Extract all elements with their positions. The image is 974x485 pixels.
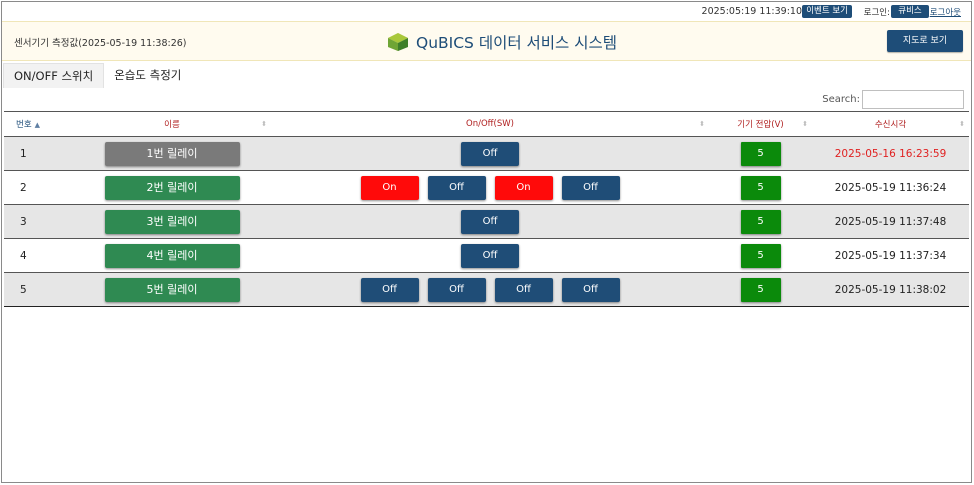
event-view-button[interactable]: 이벤트 보기 — [802, 5, 852, 18]
switch-cell: On Off On Off — [271, 171, 709, 205]
received-time: 2025-05-19 11:37:34 — [834, 249, 947, 262]
relay-name-button[interactable]: 4번 릴레이 — [104, 243, 240, 268]
switch-toggle-button[interactable]: Off — [461, 243, 519, 268]
login-label: 로그인: — [863, 8, 890, 18]
voltage-badge: 5 — [740, 141, 781, 166]
row-number: 5 — [20, 283, 27, 296]
switch-cell: Off Off Off Off — [271, 273, 709, 307]
table-row: 1 1번 릴레이 Off 5 2025-05-16 16:23:59 — [4, 136, 969, 171]
voltage-badge: 5 — [740, 277, 781, 302]
relay-name-button[interactable]: 1번 릴레이 — [104, 141, 240, 166]
voltage-badge: 5 — [740, 243, 781, 268]
tab-onoff-switch[interactable]: ON/OFF 스위치 — [3, 63, 105, 88]
current-clock: 2025:05:19 11:39:10 — [701, 6, 802, 17]
switch-toggle-button[interactable]: Off — [427, 277, 486, 302]
switch-cell: Off — [271, 137, 709, 171]
user-button[interactable]: 큐비스 — [891, 5, 929, 18]
relay-name-button[interactable]: 5번 릴레이 — [104, 277, 240, 302]
voltage-cell: 5 — [709, 205, 812, 239]
sensor-measure-time: 센서기기 측정값(2025-05-19 11:38:26) — [14, 38, 187, 49]
switch-toggle-button[interactable]: Off — [494, 277, 553, 302]
tab-bar: ON/OFF 스위치 온습도 측정기 — [3, 63, 191, 88]
relay-name-cell: 4번 릴레이 — [73, 239, 271, 273]
switch-group: Off Off Off Off — [271, 277, 709, 302]
table-body: 1 1번 릴레이 Off 5 2025-05-16 16:23:59 2 2번 릴레이 On O… — [4, 136, 969, 307]
relay-name-cell: 3번 릴레이 — [73, 205, 271, 239]
cube-leaf-logo-icon — [388, 33, 408, 51]
voltage-badge: 5 — [740, 175, 781, 200]
voltage-cell: 5 — [709, 137, 812, 171]
row-number: 3 — [20, 215, 27, 228]
sort-arrows-icon: ⬍ — [959, 120, 965, 128]
switch-toggle-button[interactable]: Off — [561, 277, 620, 302]
search-input[interactable] — [862, 90, 964, 109]
switch-group: On Off On Off — [271, 175, 709, 200]
brand: QuBICS 데이터 서비스 시스템 — [387, 31, 617, 53]
search-box: Search: — [822, 90, 964, 109]
sort-asc-icon: ▲ — [34, 121, 41, 129]
voltage-cell: 5 — [709, 171, 812, 205]
sort-arrows-icon: ⬍ — [699, 120, 705, 128]
page-title: QuBICS 데이터 서비스 시스템 — [416, 34, 618, 52]
switch-toggle-button[interactable]: Off — [360, 277, 419, 302]
relay-name-cell: 1번 릴레이 — [73, 137, 271, 171]
received-time: 2025-05-19 11:37:48 — [834, 215, 947, 228]
column-header-received-time[interactable]: 수신시각 ⬍ — [812, 111, 969, 137]
page-header: 센서기기 측정값(2025-05-19 11:38:26) QuBICS 데이터… — [2, 21, 971, 61]
switch-group: Off — [271, 243, 709, 268]
switch-toggle-button[interactable]: Off — [561, 175, 620, 200]
sort-arrows-icon: ⬍ — [802, 120, 808, 128]
logout-link[interactable]: 로그아웃 — [930, 6, 961, 18]
received-time: 2025-05-19 11:36:24 — [834, 181, 947, 194]
relay-name-button[interactable]: 3번 릴레이 — [104, 209, 240, 234]
received-time: 2025-05-16 16:23:59 — [834, 147, 947, 160]
column-header-switch[interactable]: On/Off(SW) ⬍ — [271, 111, 709, 137]
table-row: 4 4번 릴레이 Off 5 2025-05-19 11:37:34 — [4, 238, 969, 273]
switch-group: Off — [271, 209, 709, 234]
table-row: 5 5번 릴레이 Off Off Off Off 5 2025-05-19 11:38:02 — [4, 272, 969, 307]
column-header-voltage[interactable]: 기기 전압(V) ⬍ — [709, 111, 812, 137]
search-label: Search: — [822, 94, 860, 105]
received-time: 2025-05-19 11:38:02 — [834, 283, 947, 296]
switch-toggle-button[interactable]: Off — [427, 175, 486, 200]
voltage-badge: 5 — [740, 209, 781, 234]
switch-toggle-button[interactable]: Off — [461, 141, 519, 166]
voltage-cell: 5 — [709, 273, 812, 307]
relay-name-button[interactable]: 2번 릴레이 — [104, 175, 240, 200]
table-row: 2 2번 릴레이 On Off On Off 5 2025-05-19 11:36:24 — [4, 170, 969, 205]
column-header-name[interactable]: 이름 ⬍ — [73, 111, 271, 137]
relay-table: 번호 ▲ 이름 ⬍ On/Off(SW) ⬍ 기기 전압(V) ⬍ 수신시각 ⬍ 1 1번 … — [4, 111, 969, 307]
tab-temp-humidity[interactable]: 온습도 측정기 — [104, 63, 191, 88]
map-view-button[interactable]: 지도로 보기 — [887, 30, 963, 52]
app-window: 2025:05:19 11:39:10 이벤트 보기 로그인: 큐비스 로그아웃… — [1, 1, 972, 483]
row-number: 4 — [20, 249, 27, 262]
row-number: 1 — [20, 147, 27, 160]
switch-toggle-button[interactable]: On — [494, 175, 553, 200]
relay-name-cell: 5번 릴레이 — [73, 273, 271, 307]
voltage-cell: 5 — [709, 239, 812, 273]
switch-cell: Off — [271, 205, 709, 239]
switch-cell: Off — [271, 239, 709, 273]
table-header-row: 번호 ▲ 이름 ⬍ On/Off(SW) ⬍ 기기 전압(V) ⬍ 수신시각 ⬍ — [4, 111, 969, 137]
row-number: 2 — [20, 181, 27, 194]
sort-arrows-icon: ⬍ — [261, 120, 267, 128]
switch-toggle-button[interactable]: Off — [461, 209, 519, 234]
switch-toggle-button[interactable]: On — [360, 175, 419, 200]
switch-group: Off — [271, 141, 709, 166]
relay-name-cell: 2번 릴레이 — [73, 171, 271, 205]
table-row: 3 3번 릴레이 Off 5 2025-05-19 11:37:48 — [4, 204, 969, 239]
column-header-no[interactable]: 번호 ▲ — [4, 111, 73, 137]
top-status-bar: 2025:05:19 11:39:10 이벤트 보기 로그인: 큐비스 로그아웃 — [2, 2, 971, 21]
